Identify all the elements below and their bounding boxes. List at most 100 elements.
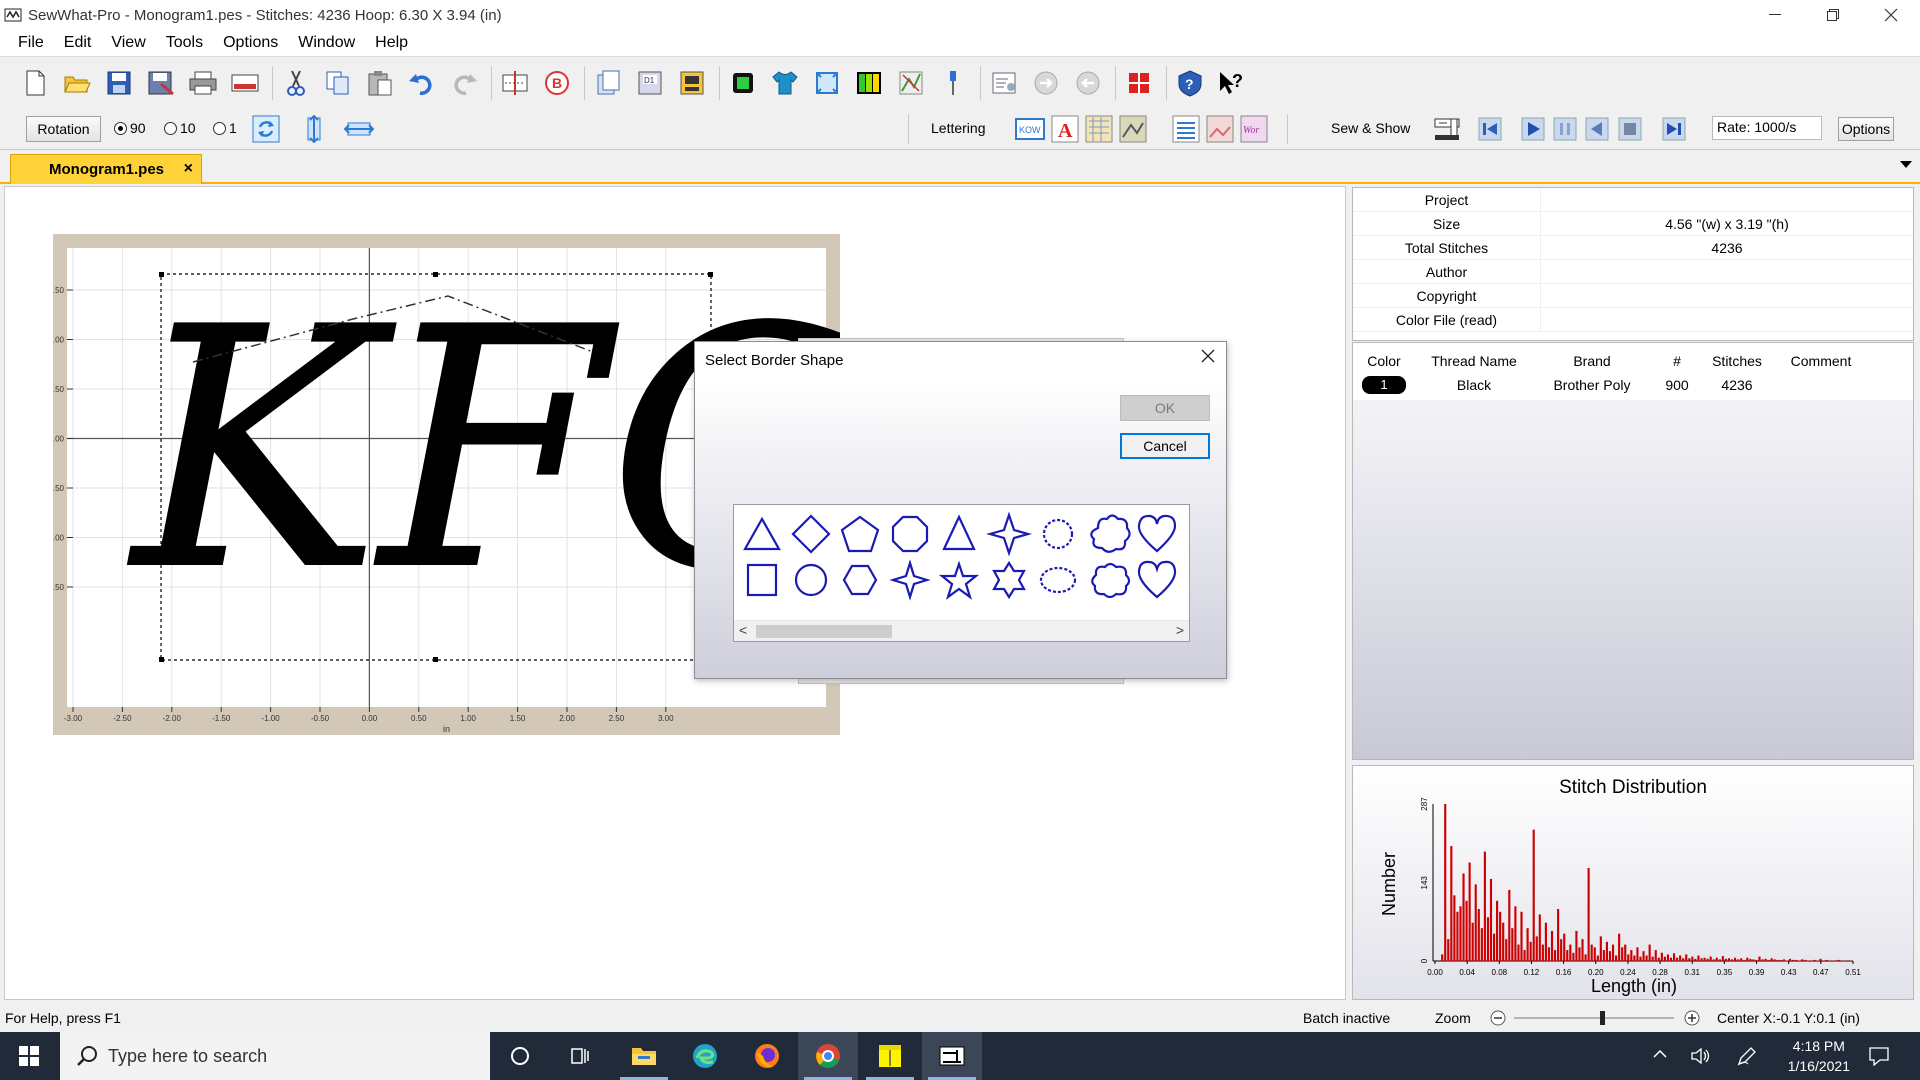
scrollbar-thumb[interactable] bbox=[756, 625, 892, 638]
copy-icon[interactable] bbox=[321, 66, 355, 100]
sticky-notes-icon[interactable] bbox=[860, 1032, 920, 1080]
d1-disk-icon[interactable]: D1 bbox=[633, 66, 667, 100]
list-view-icon[interactable] bbox=[1171, 114, 1201, 144]
context-help-icon[interactable]: ? bbox=[1215, 66, 1249, 100]
sewing-machine-icon[interactable] bbox=[1432, 114, 1462, 144]
thread-row[interactable]: 1 Black Brother Poly 900 4236 bbox=[1353, 373, 1913, 397]
square-shape-icon[interactable] bbox=[746, 563, 778, 597]
selection-handle[interactable] bbox=[433, 657, 438, 662]
selection-handle[interactable] bbox=[159, 272, 164, 277]
tile-windows-icon[interactable] bbox=[1122, 66, 1156, 100]
select-border-shape-dialog[interactable]: Select Border Shape OK Cancel < > bbox=[694, 341, 1227, 679]
firefox-icon[interactable] bbox=[737, 1032, 797, 1080]
rotate-1-radio[interactable]: 1 bbox=[213, 120, 237, 136]
start-button[interactable] bbox=[0, 1032, 58, 1080]
close-window-button[interactable] bbox=[1862, 0, 1920, 30]
save-icon[interactable] bbox=[102, 66, 136, 100]
hoop-frame-icon[interactable] bbox=[810, 66, 844, 100]
pen-icon[interactable] bbox=[1736, 1046, 1758, 1070]
menu-options[interactable]: Options bbox=[213, 34, 288, 52]
heart-shape-icon[interactable] bbox=[1137, 514, 1177, 553]
rotate-90-radio[interactable]: 90 bbox=[114, 120, 146, 136]
zoom-slider[interactable] bbox=[1490, 1010, 1700, 1026]
octagon-shape-icon[interactable] bbox=[891, 515, 929, 553]
split-design-icon[interactable] bbox=[498, 66, 532, 100]
restore-button[interactable] bbox=[1804, 0, 1862, 30]
five-point-star-shape-icon[interactable] bbox=[938, 560, 980, 600]
thread-color-cell[interactable]: 1 bbox=[1353, 376, 1415, 394]
border-b-icon[interactable]: B bbox=[540, 66, 574, 100]
shape-grid[interactable] bbox=[738, 509, 1188, 609]
thread-chart-icon[interactable] bbox=[894, 66, 928, 100]
flower-shape-icon[interactable] bbox=[1090, 514, 1131, 553]
horizontal-scrollbar[interactable]: < > bbox=[734, 620, 1189, 641]
rotate-10-radio[interactable]: 10 bbox=[164, 120, 196, 136]
tab-dropdown-icon[interactable] bbox=[1900, 158, 1912, 172]
rate-field[interactable]: Rate: 1000/s bbox=[1712, 116, 1822, 140]
task-view-icon[interactable] bbox=[550, 1032, 610, 1080]
new-file-icon[interactable] bbox=[18, 66, 52, 100]
system-clock[interactable]: 4:18 PM 1/16/2021 bbox=[1788, 1036, 1850, 1076]
four-point-star-shape-icon[interactable] bbox=[985, 511, 1033, 557]
menu-view[interactable]: View bbox=[101, 34, 155, 52]
menu-help[interactable]: Help bbox=[365, 34, 418, 52]
open-folder-icon[interactable] bbox=[60, 66, 94, 100]
lettering-font-icon[interactable]: KOW bbox=[1015, 114, 1045, 144]
shape-list[interactable]: < > bbox=[733, 504, 1190, 642]
forward-circle-icon[interactable] bbox=[1029, 66, 1063, 100]
zoom-thumb[interactable] bbox=[1600, 1011, 1605, 1025]
edge-browser-icon[interactable] bbox=[675, 1032, 735, 1080]
file-explorer-icon[interactable] bbox=[614, 1032, 674, 1080]
properties-icon[interactable] bbox=[987, 66, 1021, 100]
green-square-icon[interactable] bbox=[726, 66, 760, 100]
text-a-icon[interactable]: A bbox=[1050, 114, 1080, 144]
document-tab[interactable]: Monogram1.pes × bbox=[10, 154, 202, 184]
last-stitch-icon[interactable] bbox=[1659, 114, 1689, 144]
rotate-icon[interactable] bbox=[251, 114, 281, 144]
back-circle-icon[interactable] bbox=[1071, 66, 1105, 100]
pages-icon[interactable] bbox=[591, 66, 625, 100]
chrome-icon[interactable] bbox=[798, 1032, 858, 1080]
text-image-icon[interactable] bbox=[1118, 114, 1148, 144]
text-pattern-icon[interactable] bbox=[1084, 114, 1114, 144]
reverse-play-icon[interactable] bbox=[1582, 114, 1612, 144]
taskbar-search-box[interactable]: Type here to search bbox=[60, 1032, 490, 1080]
color-palette-icon[interactable] bbox=[852, 66, 886, 100]
paste-icon[interactable] bbox=[363, 66, 397, 100]
scroll-left-arrow-icon[interactable]: < bbox=[739, 622, 747, 638]
options-button[interactable]: Options bbox=[1838, 117, 1894, 141]
rotation-button[interactable]: Rotation bbox=[26, 116, 101, 142]
cortana-icon[interactable] bbox=[490, 1032, 550, 1080]
scalloped-oval-shape-icon[interactable] bbox=[1039, 566, 1077, 594]
menu-tools[interactable]: Tools bbox=[156, 34, 213, 52]
show-hidden-icons[interactable] bbox=[1652, 1046, 1668, 1066]
diamond-shape-icon[interactable] bbox=[791, 514, 831, 554]
tshirt-icon[interactable] bbox=[768, 66, 802, 100]
heart-rounded-shape-icon[interactable] bbox=[1137, 560, 1177, 599]
needle-icon[interactable] bbox=[936, 66, 970, 100]
four-point-star-thin-shape-icon[interactable] bbox=[889, 559, 931, 601]
selection-handle[interactable] bbox=[159, 657, 164, 662]
notifications-icon[interactable] bbox=[1868, 1046, 1890, 1070]
machine-disk-icon[interactable] bbox=[675, 66, 709, 100]
play-icon[interactable] bbox=[1518, 114, 1548, 144]
volume-icon[interactable] bbox=[1690, 1046, 1712, 1070]
image-view-icon[interactable] bbox=[1205, 114, 1235, 144]
circle-shape-icon[interactable] bbox=[794, 563, 828, 597]
cut-icon[interactable] bbox=[279, 66, 313, 100]
scroll-right-arrow-icon[interactable]: > bbox=[1176, 622, 1184, 638]
selection-handle[interactable] bbox=[708, 272, 713, 277]
pause-icon[interactable] bbox=[1550, 114, 1580, 144]
redo-icon[interactable] bbox=[447, 66, 481, 100]
triangle-shape-icon[interactable] bbox=[743, 516, 781, 551]
sewwhat-pro-taskbar-icon[interactable] bbox=[922, 1032, 982, 1080]
six-point-star-shape-icon[interactable] bbox=[992, 560, 1026, 600]
help-icon[interactable]: ? bbox=[1173, 66, 1207, 100]
print-icon[interactable] bbox=[186, 66, 220, 100]
flip-horizontal-icon[interactable] bbox=[344, 114, 374, 144]
selection-handle[interactable] bbox=[433, 272, 438, 277]
menu-edit[interactable]: Edit bbox=[54, 34, 102, 52]
hexagon-shape-icon[interactable] bbox=[842, 564, 878, 596]
save-as-icon[interactable] bbox=[144, 66, 178, 100]
word-art-icon[interactable]: Wor bbox=[1239, 114, 1269, 144]
